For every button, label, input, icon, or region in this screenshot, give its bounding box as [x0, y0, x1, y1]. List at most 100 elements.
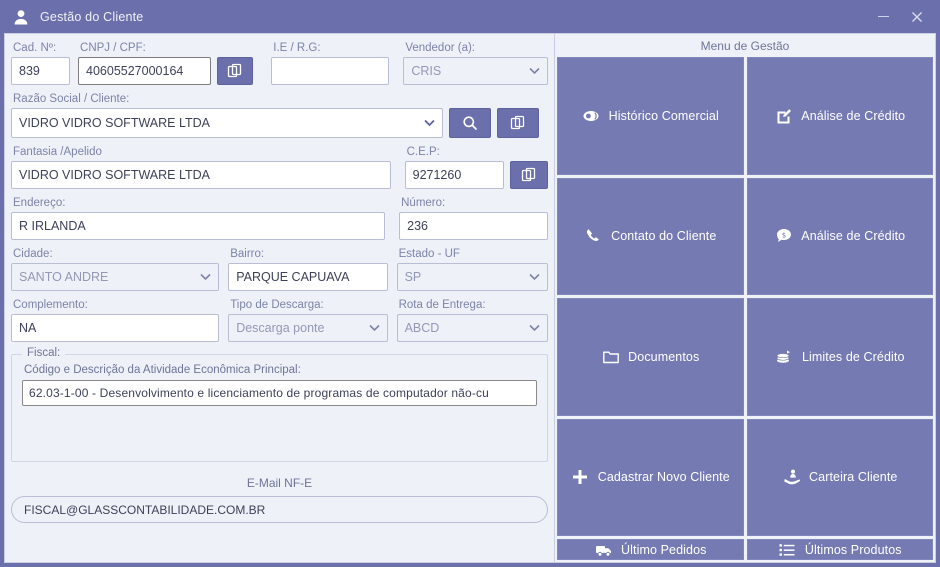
form-row-identification: Cad. Nº: 839 CNPJ / CPF: 40605527000164 — [11, 42, 548, 85]
menu-item-label: Análise de Crédito — [801, 109, 905, 123]
chevron-down-icon — [424, 118, 435, 129]
app-window: Gestão do Cliente Cad. Nº: 839 CNPJ / CP… — [0, 0, 940, 567]
select-vendedor[interactable]: CRIS — [403, 57, 548, 85]
label-ie-rg: I.E / R.G: — [271, 42, 389, 54]
field-endereco: Endereço: R IRLANDA — [11, 197, 385, 240]
copy-cliente-button[interactable] — [497, 108, 539, 138]
menu-item-label: Contato do Cliente — [611, 229, 716, 243]
field-tipo-descarga: Tipo de Descarga: Descarga ponte — [228, 299, 387, 342]
client-form-panel: Cad. Nº: 839 CNPJ / CPF: 40605527000164 — [4, 33, 555, 563]
menu-item-ultimo-pedidos[interactable]: Último Pedidos — [557, 539, 744, 560]
menu-item-ultimos-produtos[interactable]: Últimos Produtos — [747, 539, 934, 560]
menu-item-cadastrar-novo-cliente[interactable]: Cadastrar Novo Cliente — [557, 419, 744, 537]
input-ie-rg[interactable] — [271, 57, 389, 85]
phone-icon — [584, 227, 603, 246]
menu-item-documentos[interactable]: Documentos — [557, 298, 744, 416]
field-cad-numero: Cad. Nº: 839 — [11, 42, 70, 85]
menu-item-label: Cadastrar Novo Cliente — [598, 470, 730, 484]
plus-icon — [571, 468, 590, 487]
chevron-down-icon — [529, 323, 540, 334]
menu-item-carteira-cliente[interactable]: Carteira Cliente — [747, 419, 934, 537]
money-chat-icon: $ — [774, 227, 793, 246]
input-email-nfe[interactable]: FISCAL@GLASSCONTABILIDADE.COM.BR — [11, 496, 548, 523]
chevron-down-icon — [369, 323, 380, 334]
svg-text:$: $ — [781, 232, 786, 240]
input-cep[interactable]: 9271260 — [405, 161, 504, 189]
copy-icon — [510, 115, 526, 131]
label-rota-entrega: Rota de Entrega: — [397, 299, 548, 311]
input-complemento[interactable]: NA — [11, 314, 219, 342]
select-razao-social[interactable]: VIDRO VIDRO SOFTWARE LTDA — [11, 108, 443, 138]
form-row-localidade: Cidade: SANTO ANDRE Bairro: PARQUE CAPUA… — [11, 248, 548, 291]
menu-item-analise-de-credito-2[interactable]: $ Análise de Crédito — [747, 178, 934, 296]
field-cnpj-cpf: CNPJ / CPF: 40605527000164 — [78, 42, 211, 85]
label-endereco: Endereço: — [11, 197, 385, 209]
fiscal-group: Fiscal: Código e Descrição da Atividade … — [11, 354, 548, 462]
form-row-endereco: Endereço: R IRLANDA Número: 236 — [11, 197, 548, 240]
user-icon — [12, 8, 30, 26]
window-controls — [866, 0, 934, 33]
select-cidade-value: SANTO ANDRE — [19, 270, 108, 284]
menu-item-label: Documentos — [628, 350, 699, 364]
menu-item-historico-comercial[interactable]: Histórico Comercial — [557, 57, 744, 175]
menu-item-label: Limites de Crédito — [802, 350, 905, 364]
field-cep: C.E.P: 9271260 — [405, 146, 504, 189]
form-row-fantasia: Fantasia /Apelido VIDRO VIDRO SOFTWARE L… — [11, 146, 548, 189]
select-tipo-descarga[interactable]: Descarga ponte — [228, 314, 387, 342]
select-estado-uf[interactable]: SP — [397, 263, 548, 291]
email-section: E-Mail NF-E FISCAL@GLASSCONTABILIDADE.CO… — [11, 476, 548, 523]
input-fantasia[interactable]: VIDRO VIDRO SOFTWARE LTDA — [11, 161, 391, 189]
field-razao-social: Razão Social / Cliente: VIDRO VIDRO SOFT… — [11, 93, 443, 138]
copy-cep-button[interactable] — [510, 161, 548, 189]
chevron-down-icon — [529, 66, 540, 77]
window-body: Cad. Nº: 839 CNPJ / CPF: 40605527000164 — [0, 33, 940, 567]
search-icon — [462, 115, 478, 131]
fiscal-legend: Fiscal: — [22, 347, 65, 359]
chevron-down-icon — [529, 272, 540, 283]
label-numero: Número: — [399, 197, 548, 209]
input-numero[interactable]: 236 — [399, 212, 548, 240]
label-razao-social: Razão Social / Cliente: — [11, 93, 443, 105]
field-copy-cep — [510, 146, 548, 189]
label-vendedor: Vendedor (a): — [403, 42, 548, 54]
label-cnpj-cpf: CNPJ / CPF: — [78, 42, 211, 54]
input-endereco[interactable]: R IRLANDA — [11, 212, 385, 240]
folder-icon — [601, 347, 620, 366]
menu-item-limites-de-credito[interactable]: Limites de Crédito — [747, 298, 934, 416]
close-button[interactable] — [900, 2, 934, 32]
truck-icon — [594, 540, 613, 559]
label-tipo-descarga: Tipo de Descarga: — [228, 299, 387, 311]
management-menu-panel: Menu de Gestão Histórico Comercial — [555, 33, 936, 563]
label-cnae: Código e Descrição da Atividade Econômic… — [24, 364, 537, 376]
field-vendedor: Vendedor (a): CRIS — [403, 42, 548, 85]
copy-icon — [521, 167, 537, 183]
chevron-down-icon — [200, 272, 211, 283]
menu-item-label: Histórico Comercial — [609, 109, 719, 123]
title-bar: Gestão do Cliente — [0, 0, 940, 33]
select-cidade[interactable]: SANTO ANDRE — [11, 263, 219, 291]
input-bairro[interactable]: PARQUE CAPUAVA — [228, 263, 387, 291]
edit-square-icon — [774, 106, 793, 125]
field-copy-cliente — [497, 93, 539, 138]
label-cad-numero: Cad. Nº: — [11, 42, 70, 54]
copy-cnpj-button[interactable] — [217, 57, 253, 85]
input-cnae[interactable]: 62.03-1-00 - Desenvolvimento e licenciam… — [22, 380, 537, 406]
label-complemento: Complemento: — [11, 299, 219, 311]
copy-icon — [227, 63, 243, 79]
field-numero: Número: 236 — [399, 197, 548, 240]
input-cad-numero[interactable]: 839 — [11, 57, 70, 85]
menu-item-label: Últimos Produtos — [805, 543, 902, 557]
select-estado-uf-value: SP — [405, 270, 422, 284]
history-money-icon — [582, 106, 601, 125]
field-fantasia: Fantasia /Apelido VIDRO VIDRO SOFTWARE L… — [11, 146, 391, 189]
select-tipo-descarga-value: Descarga ponte — [236, 321, 324, 335]
search-cliente-button[interactable] — [449, 108, 491, 138]
select-rota-entrega[interactable]: ABCD — [397, 314, 548, 342]
field-rota-entrega: Rota de Entrega: ABCD — [397, 299, 548, 342]
select-rota-entrega-value: ABCD — [405, 321, 440, 335]
input-cnpj-cpf[interactable]: 40605527000164 — [78, 57, 211, 85]
menu-item-contato-do-cliente[interactable]: Contato do Cliente — [557, 178, 744, 296]
field-cidade: Cidade: SANTO ANDRE — [11, 248, 219, 291]
minimize-button[interactable] — [866, 2, 900, 32]
menu-item-analise-de-credito-1[interactable]: Análise de Crédito — [747, 57, 934, 175]
